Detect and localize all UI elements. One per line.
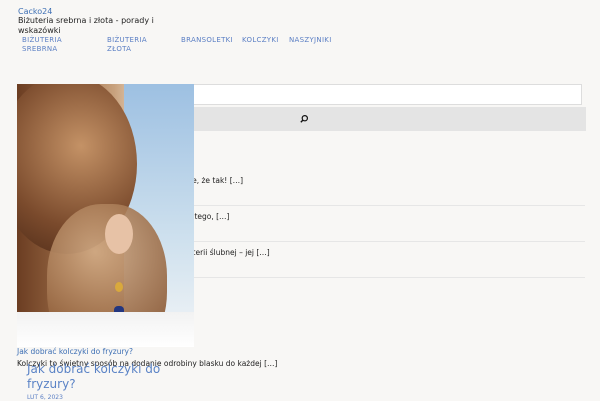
nav-item-kolczyki[interactable]: KOLCZYKI	[242, 36, 279, 45]
featured-image[interactable]	[17, 84, 194, 347]
site-tagline: Biżuteria srebrna i złota - porady i wsk…	[18, 16, 154, 35]
site-title[interactable]: Cacko24	[18, 7, 52, 16]
nav-item-bransoletki[interactable]: BRANSOLETKI	[181, 36, 233, 45]
nav-item-naszyjniki[interactable]: NASZYJNIKI	[289, 36, 332, 45]
nav-item-bizuteria-srebrna[interactable]: BIŻUTERIA SREBRNA	[22, 36, 82, 54]
featured-post-link[interactable]: Jak dobrać kolczyki do fryzury?	[17, 347, 133, 356]
featured-post-heading[interactable]: Jak dobrać kolczyki do fryzury?	[27, 362, 197, 392]
nav-item-bizuteria-zlota[interactable]: BIŻUTERIA ZŁOTA	[107, 36, 162, 54]
main-nav: BIŻUTERIA SREBRNA BIŻUTERIA ZŁOTA BRANSO…	[0, 36, 600, 60]
search-icon	[300, 114, 309, 123]
